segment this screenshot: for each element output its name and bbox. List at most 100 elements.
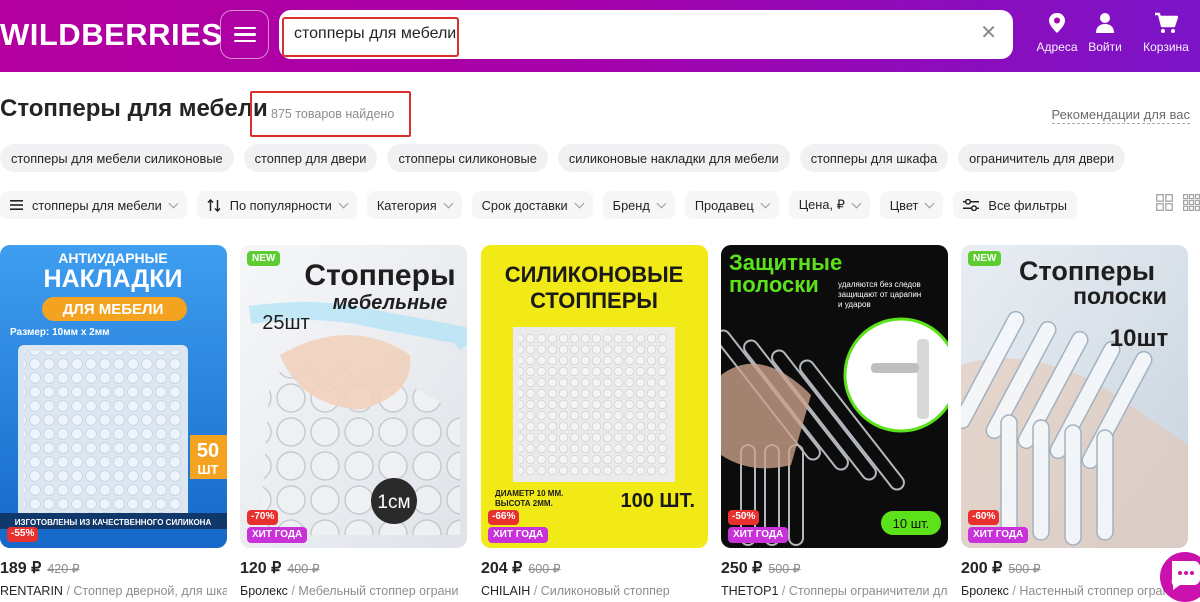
chevron-down-icon xyxy=(924,198,935,208)
chevron-down-icon xyxy=(574,198,585,208)
view-toggle xyxy=(1156,194,1200,211)
clear-icon[interactable]: ✕ xyxy=(980,23,997,43)
sort-icon xyxy=(207,198,221,212)
location-pin-icon xyxy=(1049,13,1065,33)
chat-button[interactable] xyxy=(1160,552,1200,602)
brand: Бролекс xyxy=(961,584,1009,598)
filter-seller[interactable]: Продавец xyxy=(684,191,779,219)
results-highlight-box xyxy=(250,91,411,137)
price: 200 ₽ xyxy=(961,560,1003,577)
filter-category[interactable]: Категория xyxy=(366,191,462,219)
menu-button[interactable] xyxy=(220,10,269,59)
product-image-art: АНТИУДАРНЫЕ НАКЛАДКИ ДЛЯ МЕБЕЛИ Размер: … xyxy=(0,245,227,548)
product-card[interactable]: Стопперы полоски 10шт NEW -60% ХИТ ГОДА … xyxy=(961,245,1188,598)
image-text: полоски xyxy=(729,272,819,297)
product-card[interactable]: СИЛИКОНОВЫЕ СТОППЕРЫ ДИАМЕТР 10 ММ. ВЫСО… xyxy=(481,245,708,598)
new-badge: NEW xyxy=(247,251,281,266)
grid-view-icon[interactable] xyxy=(1156,194,1173,211)
product-card[interactable]: Защитные полоски удаляются без следов за… xyxy=(721,245,948,598)
login-button[interactable]: Войти xyxy=(1075,12,1135,54)
tag-chip[interactable]: ограничитель для двери xyxy=(958,144,1126,172)
image-text: 25шт xyxy=(262,312,309,334)
product-image-art: Стопперы полоски 10шт xyxy=(961,245,1188,548)
tag-chip[interactable]: стопперы для мебели силиконовые xyxy=(0,144,234,172)
price-row: 200 ₽ 500 ₽ xyxy=(961,558,1041,578)
tag-chip[interactable]: стопперы силиконовые xyxy=(387,144,548,172)
product-image[interactable]: СИЛИКОНОВЫЕ СТОППЕРЫ ДИАМЕТР 10 ММ. ВЫСО… xyxy=(481,245,708,548)
image-text: Стопперы xyxy=(1019,256,1155,286)
chevron-down-icon xyxy=(168,198,179,208)
price: 189 ₽ xyxy=(0,560,42,577)
tag-chip[interactable]: стопперы для шкафа xyxy=(799,144,949,172)
discount-badge: -66% xyxy=(488,510,520,525)
filter-sliders-icon xyxy=(963,199,980,211)
image-text: защищают от царапин xyxy=(838,290,921,299)
image-text: и ударов xyxy=(838,300,871,309)
logo[interactable]: WILDBERRIES xyxy=(0,17,223,53)
tag-chip[interactable]: стоппер для двери xyxy=(243,144,378,172)
product-image-art: СИЛИКОНОВЫЕ СТОППЕРЫ ДИАМЕТР 10 ММ. ВЫСО… xyxy=(481,245,708,548)
image-text: 1см xyxy=(377,492,410,513)
product-image[interactable]: АНТИУДАРНЫЕ НАКЛАДКИ ДЛЯ МЕБЕЛИ Размер: … xyxy=(0,245,227,548)
tag-chip[interactable]: силиконовые накладки для мебели xyxy=(557,144,790,172)
chevron-down-icon xyxy=(656,198,667,208)
search-highlight-box xyxy=(282,17,459,57)
product-name[interactable]: THETOP1 / Стопперы ограничители для xyxy=(721,584,948,598)
login-label: Войти xyxy=(1088,40,1122,54)
product-desc: Силиконовый стоппер xyxy=(540,584,670,598)
filter-label: Продавец xyxy=(694,197,754,213)
image-text: НАКЛАДКИ xyxy=(44,265,183,293)
image-text: Размер: 10мм x 2мм xyxy=(10,327,110,338)
image-text: удаляются без следов xyxy=(838,280,921,289)
image-text: 10 шт. xyxy=(893,516,930,531)
image-text: 50 xyxy=(197,440,219,462)
product-name[interactable]: Бролекс / Настенный стоппер ограни xyxy=(961,584,1188,598)
image-text: ИЗГОТОВЛЕНЫ ИЗ КАЧЕСТВЕННОГО СИЛИКОНА xyxy=(15,518,212,527)
product-name[interactable]: RENTARIN / Стоппер дверной, для шкаф xyxy=(0,584,227,598)
product-card[interactable]: Стопперы мебельные 25шт 1см NEW -70% ХИТ… xyxy=(240,245,467,598)
search-input[interactable]: стопперы для мебели ✕ xyxy=(279,10,1013,59)
image-text: ДИАМЕТР 10 ММ. xyxy=(495,489,563,498)
product-name[interactable]: Бролекс / Мебельный стоппер ограни xyxy=(240,584,467,598)
filter-label: Цвет xyxy=(889,197,919,213)
hit-badge: ХИТ ГОДА xyxy=(728,527,789,543)
product-image[interactable]: Стопперы полоски 10шт NEW -60% ХИТ ГОДА xyxy=(961,245,1188,548)
header: WILDBERRIES стопперы для мебели ✕ Адреса… xyxy=(0,0,1200,72)
recommendations-link[interactable]: Рекомендации для вас xyxy=(1051,107,1190,124)
image-text: полоски xyxy=(1073,283,1167,309)
image-text: мебельные xyxy=(333,292,448,314)
product-desc: Стопперы ограничители для xyxy=(788,584,948,598)
small-grid-view-icon[interactable] xyxy=(1183,194,1200,211)
product-card[interactable]: АНТИУДАРНЫЕ НАКЛАДКИ ДЛЯ МЕБЕЛИ Размер: … xyxy=(0,245,227,598)
price: 120 ₽ xyxy=(240,560,282,577)
chevron-down-icon xyxy=(851,198,862,208)
discount-badge: -60% xyxy=(968,510,1000,525)
sort-button[interactable]: По популярности xyxy=(196,191,357,219)
cart-button[interactable]: Корзина xyxy=(1136,12,1196,54)
filter-bar: стопперы для мебели По популярности Кате… xyxy=(0,191,1077,219)
brand: RENTARIN xyxy=(0,584,63,598)
discount-badge: -50% xyxy=(728,510,760,525)
filter-delivery[interactable]: Срок доставки xyxy=(471,191,593,219)
product-image-art: Стопперы мебельные 25шт 1см xyxy=(240,245,467,548)
query-filter-button[interactable]: стопперы для мебели xyxy=(0,191,187,219)
filter-color[interactable]: Цвет xyxy=(879,191,944,219)
chevron-down-icon xyxy=(760,198,771,208)
hamburger-icon xyxy=(233,26,256,43)
brand: THETOP1 xyxy=(721,584,779,598)
image-text: СИЛИКОНОВЫЕ xyxy=(505,262,684,287)
all-filters-button[interactable]: Все фильтры xyxy=(953,191,1077,219)
filter-brand[interactable]: Бренд xyxy=(602,191,675,219)
image-text: ШТ xyxy=(197,462,218,477)
product-image[interactable]: Стопперы мебельные 25шт 1см NEW -70% ХИТ… xyxy=(240,245,467,548)
cart-label: Корзина xyxy=(1143,40,1189,54)
product-image[interactable]: Защитные полоски удаляются без следов за… xyxy=(721,245,948,548)
hit-badge: ХИТ ГОДА xyxy=(247,527,308,543)
filter-label: Срок доставки xyxy=(481,197,568,213)
filter-price[interactable]: Цена, ₽ xyxy=(788,191,870,219)
product-name[interactable]: CHILAIH / Силиконовый стоппер xyxy=(481,584,708,598)
price-row: 189 ₽ 420 ₽ xyxy=(0,558,80,578)
price: 250 ₽ xyxy=(721,560,763,577)
old-price: 420 ₽ xyxy=(47,562,80,576)
image-text: СТОППЕРЫ xyxy=(530,288,658,313)
